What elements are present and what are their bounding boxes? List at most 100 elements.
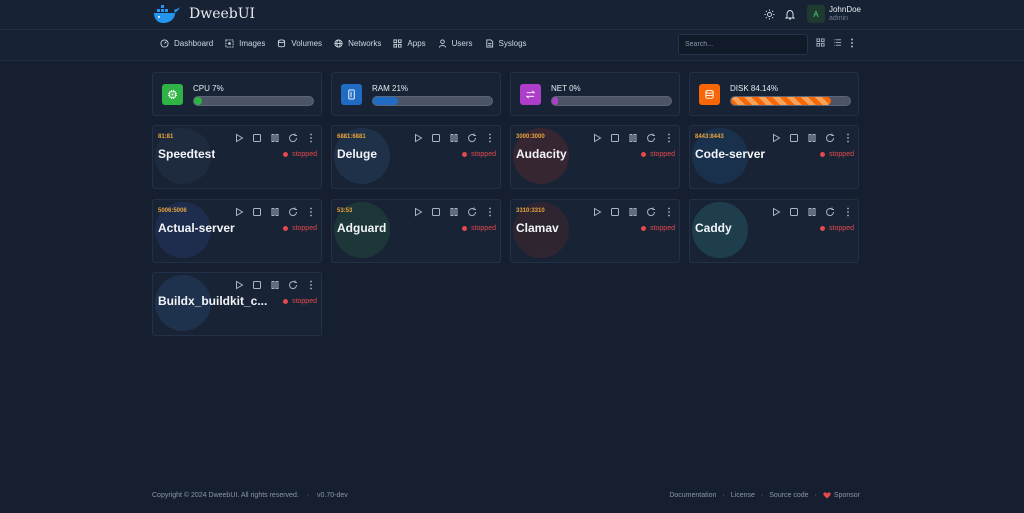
more-icon	[668, 207, 670, 217]
more-button[interactable]	[482, 206, 498, 218]
container-card[interactable]: 5006:5006 Actual-server stopped	[152, 199, 322, 263]
documentation-link[interactable]: Documentation	[669, 492, 716, 499]
stop-button[interactable]	[786, 206, 802, 218]
view-button[interactable]	[679, 206, 680, 218]
pause-button[interactable]	[267, 206, 283, 218]
restart-button[interactable]	[464, 132, 480, 144]
pause-button[interactable]	[267, 279, 283, 291]
nav-item-images[interactable]: Images	[225, 39, 265, 48]
stop-button[interactable]	[249, 132, 265, 144]
stop-button[interactable]	[249, 206, 265, 218]
sponsor-link[interactable]: Sponsor	[834, 492, 860, 499]
view-button[interactable]	[321, 206, 322, 218]
more-button[interactable]	[661, 206, 677, 218]
grid-view-icon[interactable]	[816, 38, 825, 47]
pause-button[interactable]	[446, 132, 462, 144]
list-view-icon[interactable]	[833, 38, 842, 47]
license-link[interactable]: License	[731, 492, 755, 499]
start-button[interactable]	[231, 206, 247, 218]
container-name[interactable]: Caddy	[695, 221, 732, 235]
container-card[interactable]: 3000:3000 Audacity stopped	[510, 125, 680, 189]
container-name[interactable]: Deluge	[337, 147, 377, 161]
view-button[interactable]	[858, 206, 859, 218]
stop-button[interactable]	[786, 132, 802, 144]
container-name[interactable]: Clamav	[516, 221, 559, 235]
more-button[interactable]	[840, 206, 856, 218]
container-name[interactable]: Adguard	[337, 221, 386, 235]
start-button[interactable]	[768, 132, 784, 144]
pause-button[interactable]	[804, 206, 820, 218]
container-name[interactable]: Audacity	[516, 147, 567, 161]
stop-button[interactable]	[249, 279, 265, 291]
start-button[interactable]	[410, 206, 426, 218]
stop-button[interactable]	[428, 206, 444, 218]
start-button[interactable]	[768, 206, 784, 218]
restart-button[interactable]	[285, 206, 301, 218]
view-button[interactable]	[500, 132, 501, 144]
stop-button[interactable]	[607, 206, 623, 218]
restart-button[interactable]	[822, 132, 838, 144]
syslogs-icon	[485, 39, 493, 48]
view-button[interactable]	[321, 132, 322, 144]
stop-button[interactable]	[607, 132, 623, 144]
restart-icon	[826, 133, 835, 143]
more-button[interactable]	[661, 132, 677, 144]
nav-item-apps[interactable]: Apps	[393, 39, 426, 48]
restart-button[interactable]	[285, 279, 301, 291]
avatar[interactable]: A	[806, 5, 825, 23]
pause-button[interactable]	[625, 206, 641, 218]
pause-button[interactable]	[804, 132, 820, 144]
view-button[interactable]	[679, 132, 680, 144]
nav-item-users[interactable]: Users	[438, 39, 473, 48]
container-card[interactable]: Buildx_buildkit_c... stopped	[152, 272, 322, 336]
start-button[interactable]	[589, 206, 605, 218]
restart-button[interactable]	[643, 206, 659, 218]
more-button[interactable]	[303, 206, 319, 218]
container-card[interactable]: 6881:6881 Deluge stopped	[331, 125, 501, 189]
restart-button[interactable]	[822, 206, 838, 218]
stop-button[interactable]	[428, 132, 444, 144]
container-card[interactable]: 3310:3310 Clamav stopped	[510, 199, 680, 263]
start-button[interactable]	[410, 132, 426, 144]
container-name[interactable]: Actual-server	[158, 221, 235, 235]
view-button[interactable]	[500, 206, 501, 218]
nav-item-dashboard[interactable]: Dashboard	[160, 39, 213, 48]
container-name[interactable]: Speedtest	[158, 147, 215, 161]
start-button[interactable]	[589, 132, 605, 144]
start-button[interactable]	[231, 279, 247, 291]
view-button[interactable]	[858, 132, 859, 144]
more-button[interactable]	[482, 132, 498, 144]
container-card[interactable]: 53:53 Adguard stopped	[331, 199, 501, 263]
restart-button[interactable]	[464, 206, 480, 218]
container-card[interactable]: 81:81 Speedtest stopped	[152, 125, 322, 189]
container-actions	[589, 206, 680, 218]
restart-button[interactable]	[643, 132, 659, 144]
restart-button[interactable]	[285, 132, 301, 144]
theme-toggle-button[interactable]	[761, 5, 779, 23]
container-name[interactable]: Buildx_buildkit_c...	[158, 294, 267, 308]
pause-button[interactable]	[267, 132, 283, 144]
pause-button[interactable]	[446, 206, 462, 218]
brand[interactable]: DweebUI	[153, 4, 255, 24]
sun-icon	[764, 8, 776, 20]
start-icon	[236, 207, 244, 217]
notifications-button[interactable]	[781, 5, 799, 23]
user-menu[interactable]: JohnDoe admin	[829, 5, 861, 23]
source-code-link[interactable]: Source code	[769, 492, 808, 499]
more-options-icon[interactable]	[850, 38, 854, 48]
nav-item-syslogs[interactable]: Syslogs	[485, 39, 527, 48]
view-button[interactable]	[321, 279, 322, 291]
container-card[interactable]: Caddy stopped	[689, 199, 859, 263]
more-button[interactable]	[840, 132, 856, 144]
search-input[interactable]	[678, 34, 808, 55]
container-card[interactable]: 8443:8443 Code-server stopped	[689, 125, 859, 189]
container-name[interactable]: Code-server	[695, 147, 765, 161]
more-button[interactable]	[303, 279, 319, 291]
start-button[interactable]	[231, 132, 247, 144]
nav-item-networks[interactable]: Networks	[334, 39, 381, 48]
status-badge: stopped	[641, 225, 675, 232]
more-button[interactable]	[303, 132, 319, 144]
stop-icon	[611, 208, 619, 216]
pause-button[interactable]	[625, 132, 641, 144]
nav-item-volumes[interactable]: Volumes	[277, 39, 322, 48]
